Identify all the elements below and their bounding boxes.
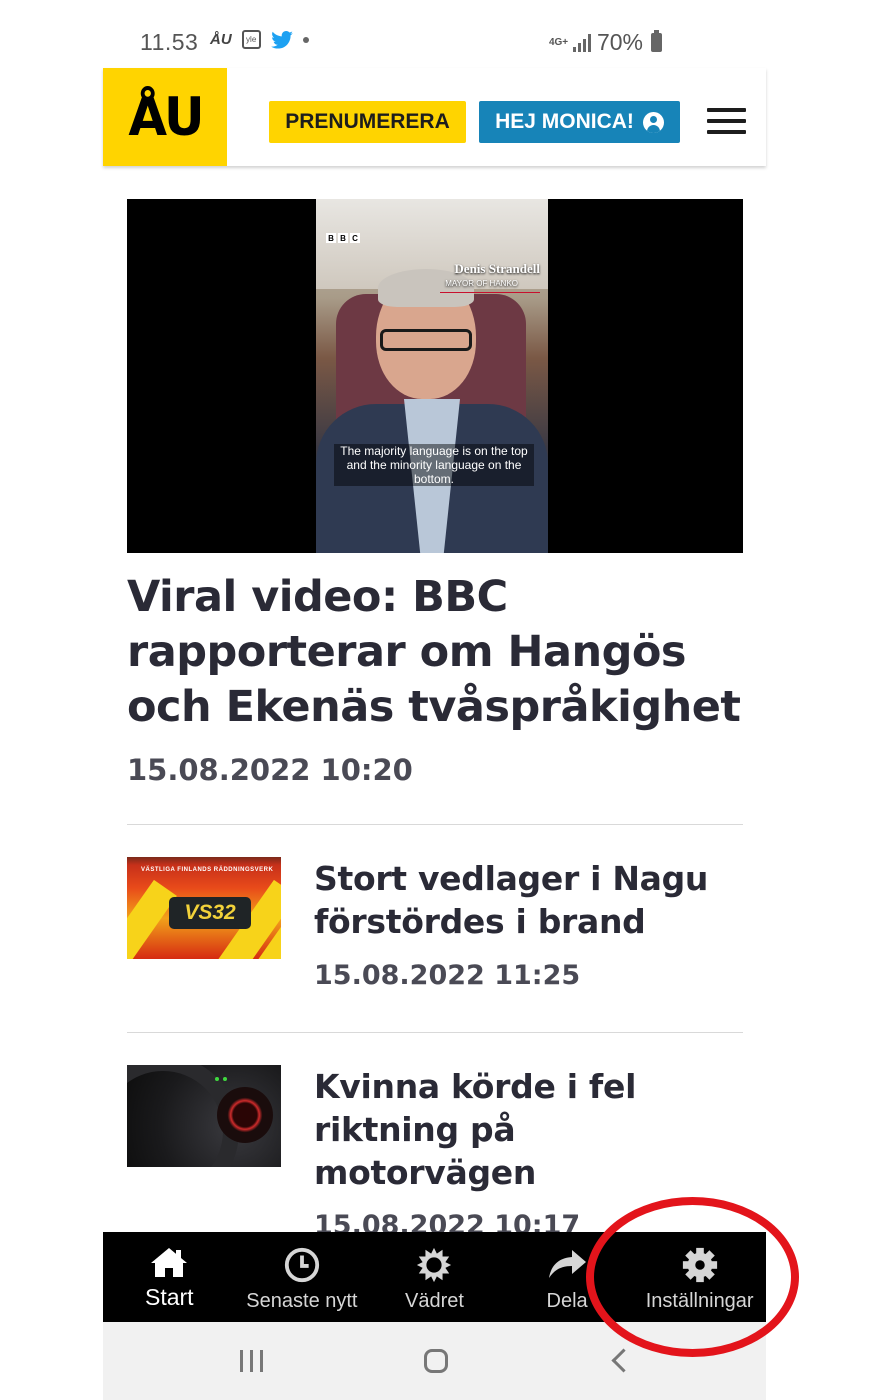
greeting-label: HEJ MONICA! — [495, 110, 634, 133]
article-headline[interactable]: Stort vedlager i Nagu förstördes i brand — [314, 857, 744, 943]
share-arrow-icon — [549, 1250, 587, 1278]
speaker-name: Denis Strandell — [454, 261, 540, 276]
article-date: 15.08.2022 10:17 — [314, 1210, 581, 1232]
thumbnail-vehicle-text: VÄSTLIGA FINLANDS RÄDDNINGSVERK — [141, 867, 274, 873]
battery-percentage: 70% — [596, 29, 643, 55]
twitter-bird-icon — [270, 30, 293, 49]
hero-headline[interactable]: Viral video: BBC rapporterar om Hangös o… — [127, 570, 747, 735]
thumbnail-vehicle-code: VS32 — [169, 897, 251, 929]
notification-icons: ÅU yle — [210, 30, 309, 49]
status-time: 11.53 — [140, 29, 199, 55]
sun-icon — [417, 1247, 452, 1283]
logo-text: ÅU — [128, 86, 204, 148]
back-chevron-icon[interactable] — [611, 1348, 636, 1373]
video-caption: The majority language is on the top and … — [334, 444, 534, 486]
highlight-annotation-circle — [586, 1197, 799, 1357]
nav-label: Vädret — [405, 1290, 464, 1312]
network-type-icon: 4G+ — [548, 37, 569, 48]
phone-screen: 11.53 ÅU yle 4G+ 70% ÅU PRENUMERERA HEJ … — [103, 0, 766, 1400]
article-thumbnail: VÄSTLIGA FINLANDS RÄDDNINGSVERK VS32 — [127, 857, 281, 959]
recent-apps-icon[interactable] — [240, 1350, 263, 1372]
hero-video[interactable]: BBC Denis Strandell MAYOR OF HANKO The m… — [127, 199, 743, 553]
nav-start[interactable]: Start — [103, 1232, 236, 1322]
hamburger-menu-icon[interactable] — [707, 108, 746, 134]
au-app-notification-icon: ÅU — [210, 31, 232, 48]
more-notifications-dot — [302, 36, 309, 43]
hero-date: 15.08.2022 10:20 — [127, 753, 413, 787]
divider — [127, 824, 743, 825]
home-button-icon[interactable] — [424, 1349, 448, 1373]
nav-label: Dela — [546, 1290, 588, 1312]
battery-icon — [651, 30, 662, 52]
nav-label: Start — [145, 1284, 194, 1310]
nav-label: Senaste nytt — [246, 1290, 358, 1312]
article-headline[interactable]: Kvinna körde i fel riktning på motorväge… — [314, 1065, 743, 1194]
user-avatar-icon — [642, 111, 664, 133]
au-logo[interactable]: ÅU — [103, 68, 227, 166]
nav-latest-news[interactable]: Senaste nytt — [236, 1232, 369, 1322]
nav-weather[interactable]: Vädret — [368, 1232, 501, 1322]
subscribe-button[interactable]: PRENUMERERA — [269, 101, 466, 143]
divider — [127, 1032, 743, 1033]
yle-app-notification-icon: yle — [241, 30, 261, 49]
site-header: ÅU PRENUMERERA HEJ MONICA! — [103, 68, 766, 166]
article-item[interactable]: VÄSTLIGA FINLANDS RÄDDNINGSVERK VS32 Sto… — [127, 857, 743, 1017]
article-date: 15.08.2022 11:25 — [314, 960, 581, 991]
system-status-icons: 4G+ 70% — [549, 29, 662, 56]
speaker-role: MAYOR OF HANKO — [445, 279, 518, 288]
user-account-button[interactable]: HEJ MONICA! — [479, 101, 680, 143]
status-bar: 11.53 ÅU yle 4G+ 70% — [103, 0, 766, 68]
clock-icon — [284, 1247, 319, 1283]
bbc-logo: BBC — [326, 233, 360, 243]
video-frame: BBC Denis Strandell MAYOR OF HANKO The m… — [316, 199, 548, 553]
home-icon — [151, 1248, 188, 1277]
article-thumbnail — [127, 1065, 281, 1167]
signal-strength-icon — [572, 33, 591, 52]
